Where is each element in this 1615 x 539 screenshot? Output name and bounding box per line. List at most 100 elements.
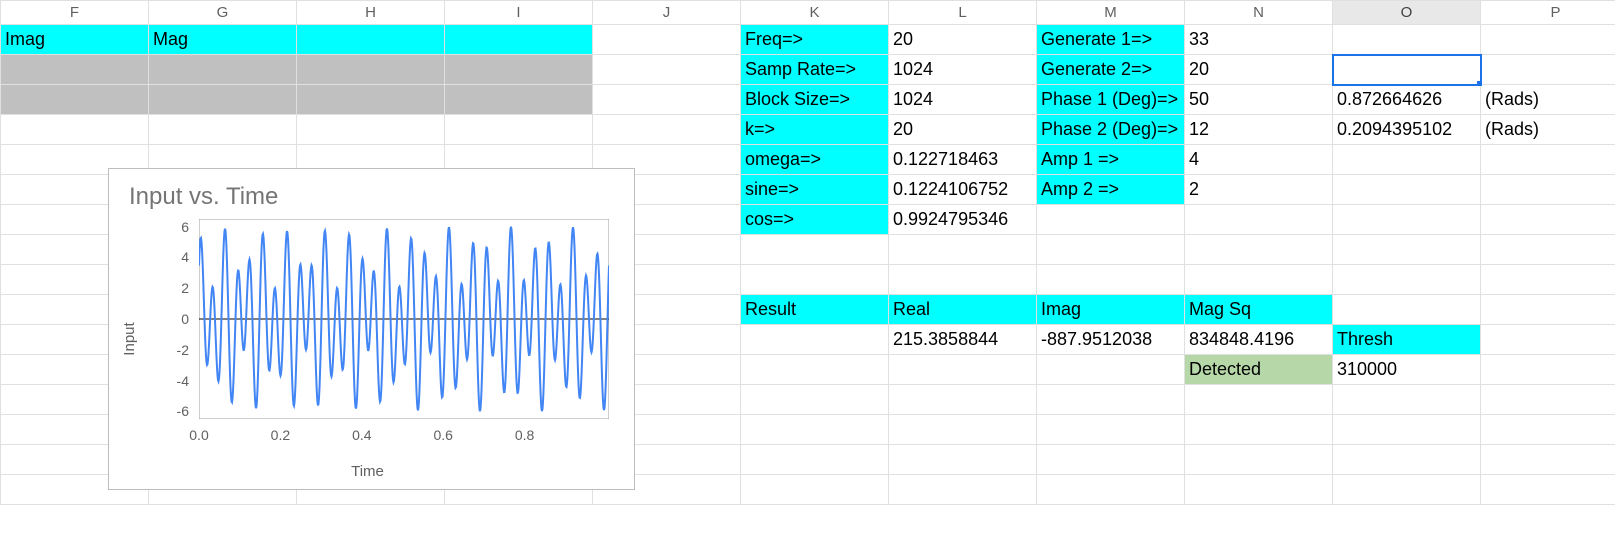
cell-N10[interactable]: Mag Sq <box>1185 295 1333 325</box>
cell-O9[interactable] <box>1333 265 1481 295</box>
cell-K13[interactable] <box>741 385 889 415</box>
cell-M15[interactable] <box>1037 445 1185 475</box>
cell-K8[interactable] <box>741 235 889 265</box>
cell-M2[interactable]: Generate 2=> <box>1037 55 1185 85</box>
cell-P15[interactable] <box>1481 445 1615 475</box>
column-header-P[interactable]: P <box>1481 1 1615 25</box>
cell-L8[interactable] <box>889 235 1037 265</box>
cell-I1[interactable] <box>445 25 593 55</box>
cell-K6[interactable]: sine=> <box>741 175 889 205</box>
cell-N16[interactable] <box>1185 475 1333 505</box>
cell-P7[interactable] <box>1481 205 1615 235</box>
cell-N13[interactable] <box>1185 385 1333 415</box>
cell-P1[interactable] <box>1481 25 1615 55</box>
cell-H1[interactable] <box>297 25 445 55</box>
cell-F3[interactable] <box>1 85 149 115</box>
cell-N2[interactable]: 20 <box>1185 55 1333 85</box>
cell-K9[interactable] <box>741 265 889 295</box>
cell-I4[interactable] <box>445 115 593 145</box>
cell-O4[interactable]: 0.2094395102 <box>1333 115 1481 145</box>
cell-N7[interactable] <box>1185 205 1333 235</box>
cell-L12[interactable] <box>889 355 1037 385</box>
cell-N8[interactable] <box>1185 235 1333 265</box>
cell-L5[interactable]: 0.122718463 <box>889 145 1037 175</box>
cell-P3[interactable]: (Rads) <box>1481 85 1615 115</box>
column-header-H[interactable]: H <box>297 1 445 25</box>
cell-P13[interactable] <box>1481 385 1615 415</box>
cell-P11[interactable] <box>1481 325 1615 355</box>
cell-L7[interactable]: 0.9924795346 <box>889 205 1037 235</box>
cell-K11[interactable] <box>741 325 889 355</box>
cell-O11[interactable]: Thresh <box>1333 325 1481 355</box>
column-header-L[interactable]: L <box>889 1 1037 25</box>
cell-O2[interactable] <box>1333 55 1481 85</box>
cell-N1[interactable]: 33 <box>1185 25 1333 55</box>
cell-J1[interactable] <box>593 25 741 55</box>
cell-N4[interactable]: 12 <box>1185 115 1333 145</box>
cell-M5[interactable]: Amp 1 => <box>1037 145 1185 175</box>
cell-N6[interactable]: 2 <box>1185 175 1333 205</box>
column-header-F[interactable]: F <box>1 1 149 25</box>
cell-O14[interactable] <box>1333 415 1481 445</box>
cell-M12[interactable] <box>1037 355 1185 385</box>
cell-K10[interactable]: Result <box>741 295 889 325</box>
cell-O10[interactable] <box>1333 295 1481 325</box>
cell-K16[interactable] <box>741 475 889 505</box>
column-header-I[interactable]: I <box>445 1 593 25</box>
cell-P4[interactable]: (Rads) <box>1481 115 1615 145</box>
cell-N14[interactable] <box>1185 415 1333 445</box>
cell-M6[interactable]: Amp 2 => <box>1037 175 1185 205</box>
cell-L9[interactable] <box>889 265 1037 295</box>
cell-O13[interactable] <box>1333 385 1481 415</box>
cell-F4[interactable] <box>1 115 149 145</box>
cell-O8[interactable] <box>1333 235 1481 265</box>
cell-H3[interactable] <box>297 85 445 115</box>
cell-F1[interactable]: Imag <box>1 25 149 55</box>
cell-N3[interactable]: 50 <box>1185 85 1333 115</box>
cell-L2[interactable]: 1024 <box>889 55 1037 85</box>
cell-N5[interactable]: 4 <box>1185 145 1333 175</box>
cell-M3[interactable]: Phase 1 (Deg)=> <box>1037 85 1185 115</box>
cell-K7[interactable]: cos=> <box>741 205 889 235</box>
cell-L15[interactable] <box>889 445 1037 475</box>
cell-K1[interactable]: Freq=> <box>741 25 889 55</box>
column-header-K[interactable]: K <box>741 1 889 25</box>
cell-G4[interactable] <box>149 115 297 145</box>
cell-F2[interactable] <box>1 55 149 85</box>
cell-L4[interactable]: 20 <box>889 115 1037 145</box>
cell-J3[interactable] <box>593 85 741 115</box>
cell-L1[interactable]: 20 <box>889 25 1037 55</box>
cell-P6[interactable] <box>1481 175 1615 205</box>
cell-M13[interactable] <box>1037 385 1185 415</box>
cell-O1[interactable] <box>1333 25 1481 55</box>
cell-O3[interactable]: 0.872664626 <box>1333 85 1481 115</box>
cell-P9[interactable] <box>1481 265 1615 295</box>
column-header-N[interactable]: N <box>1185 1 1333 25</box>
cell-N11[interactable]: 834848.4196 <box>1185 325 1333 355</box>
cell-M10[interactable]: Imag <box>1037 295 1185 325</box>
cell-L3[interactable]: 1024 <box>889 85 1037 115</box>
cell-O12[interactable]: 310000 <box>1333 355 1481 385</box>
chart-input-vs-time[interactable]: Input vs. Time Input -6-4-20246 0.00.20.… <box>108 168 635 490</box>
cell-M14[interactable] <box>1037 415 1185 445</box>
column-header-M[interactable]: M <box>1037 1 1185 25</box>
cell-N9[interactable] <box>1185 265 1333 295</box>
cell-K5[interactable]: omega=> <box>741 145 889 175</box>
cell-P10[interactable] <box>1481 295 1615 325</box>
cell-G2[interactable] <box>149 55 297 85</box>
cell-P12[interactable] <box>1481 355 1615 385</box>
cell-P5[interactable] <box>1481 145 1615 175</box>
cell-P14[interactable] <box>1481 415 1615 445</box>
cell-P2[interactable] <box>1481 55 1615 85</box>
cell-H2[interactable] <box>297 55 445 85</box>
cell-O15[interactable] <box>1333 445 1481 475</box>
column-header-O[interactable]: O <box>1333 1 1481 25</box>
cell-M9[interactable] <box>1037 265 1185 295</box>
cell-L11[interactable]: 215.3858844 <box>889 325 1037 355</box>
cell-M8[interactable] <box>1037 235 1185 265</box>
cell-M16[interactable] <box>1037 475 1185 505</box>
cell-N15[interactable] <box>1185 445 1333 475</box>
cell-M7[interactable] <box>1037 205 1185 235</box>
column-header-J[interactable]: J <box>593 1 741 25</box>
cell-K12[interactable] <box>741 355 889 385</box>
